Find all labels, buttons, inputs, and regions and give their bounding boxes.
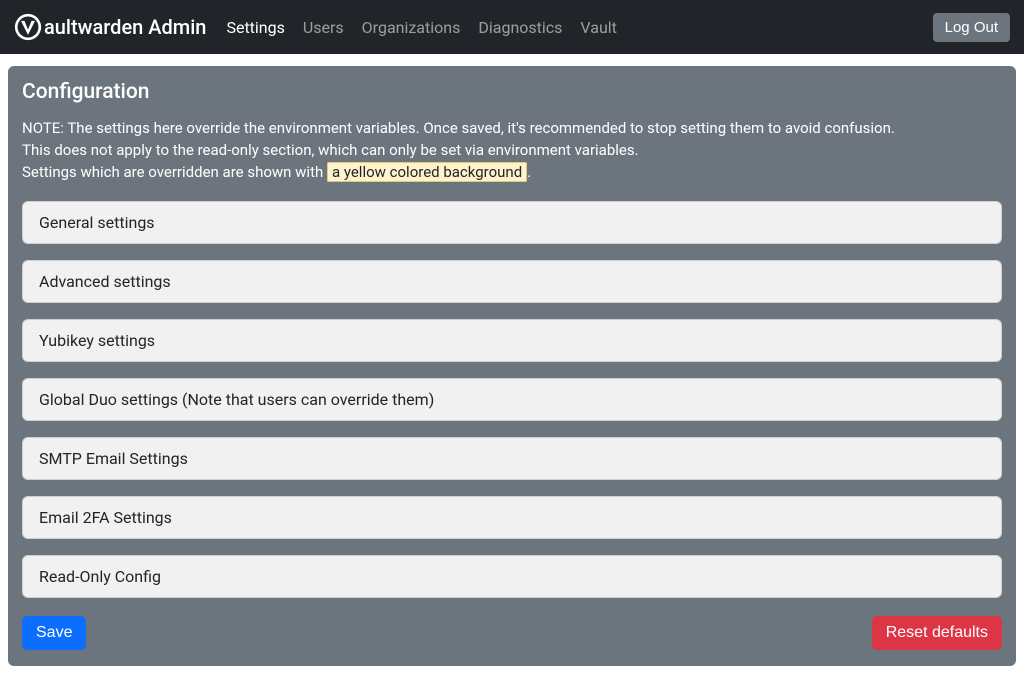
accordion-yubikey[interactable]: Yubikey settings <box>22 319 1002 362</box>
accordion-general[interactable]: General settings <box>22 201 1002 244</box>
nav-users[interactable]: Users <box>303 18 344 37</box>
note-highlight: a yellow colored background <box>327 162 527 182</box>
accordion: General settings Advanced settings Yubik… <box>22 201 1002 598</box>
brand[interactable]: aultwarden Admin <box>14 13 206 41</box>
note-line3-suffix: . <box>527 163 531 181</box>
vaultwarden-logo-icon <box>14 13 42 41</box>
accordion-readonly[interactable]: Read-Only Config <box>22 555 1002 598</box>
nav-vault[interactable]: Vault <box>580 18 616 37</box>
page-wrap: Configuration NOTE: The settings here ov… <box>0 54 1024 676</box>
brand-text: aultwarden Admin <box>44 15 206 39</box>
note-line1: NOTE: The settings here override the env… <box>22 118 1002 139</box>
config-card: Configuration NOTE: The settings here ov… <box>8 66 1016 666</box>
note-block: NOTE: The settings here override the env… <box>22 118 1002 183</box>
save-button[interactable]: Save <box>22 616 86 650</box>
button-row: Save Reset defaults <box>22 616 1002 650</box>
nav-organizations[interactable]: Organizations <box>362 18 461 37</box>
note-line3-prefix: Settings which are overridden are shown … <box>22 163 327 181</box>
nav-diagnostics[interactable]: Diagnostics <box>478 18 562 37</box>
note-line3: Settings which are overridden are shown … <box>22 162 1002 183</box>
nav-links: Settings Users Organizations Diagnostics… <box>226 18 932 37</box>
card-title: Configuration <box>22 80 1002 104</box>
navbar: aultwarden Admin Settings Users Organiza… <box>0 0 1024 54</box>
accordion-advanced[interactable]: Advanced settings <box>22 260 1002 303</box>
accordion-email2fa[interactable]: Email 2FA Settings <box>22 496 1002 539</box>
nav-settings[interactable]: Settings <box>226 18 284 37</box>
accordion-duo[interactable]: Global Duo settings (Note that users can… <box>22 378 1002 421</box>
logout-button[interactable]: Log Out <box>933 13 1010 42</box>
note-line2: This does not apply to the read-only sec… <box>22 140 1002 161</box>
accordion-smtp[interactable]: SMTP Email Settings <box>22 437 1002 480</box>
reset-defaults-button[interactable]: Reset defaults <box>872 616 1002 650</box>
